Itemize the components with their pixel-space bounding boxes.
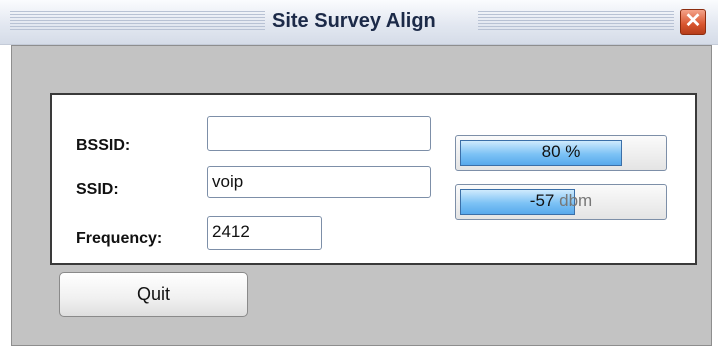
ssid-field[interactable]: voip bbox=[207, 166, 431, 198]
frequency-field[interactable]: 2412 bbox=[207, 216, 322, 250]
window-title: Site Survey Align bbox=[272, 10, 436, 32]
site-survey-window: Site Survey Align ✕ BSSID: SSID: voip Fr… bbox=[0, 0, 718, 353]
signal-strength-value: -57 bbox=[529, 191, 555, 210]
signal-quality-bar: 80 % bbox=[455, 135, 667, 171]
title-grip-left bbox=[10, 11, 265, 31]
close-icon[interactable]: ✕ bbox=[680, 9, 706, 35]
ssid-label: SSID: bbox=[76, 181, 119, 198]
signal-quality-text: 80 % bbox=[541, 142, 581, 161]
signal-strength-unit: dbm bbox=[559, 191, 593, 210]
frequency-label: Frequency: bbox=[76, 230, 163, 247]
title-bar[interactable]: Site Survey Align ✕ bbox=[0, 0, 718, 45]
signal-strength-text: -57 dbm bbox=[456, 185, 666, 219]
quit-button[interactable]: Quit bbox=[59, 272, 248, 317]
signal-strength-bar: -57 dbm bbox=[455, 184, 667, 220]
title-grip-right bbox=[478, 11, 674, 31]
bssid-field[interactable] bbox=[207, 116, 431, 151]
bssid-label: BSSID: bbox=[76, 137, 131, 154]
